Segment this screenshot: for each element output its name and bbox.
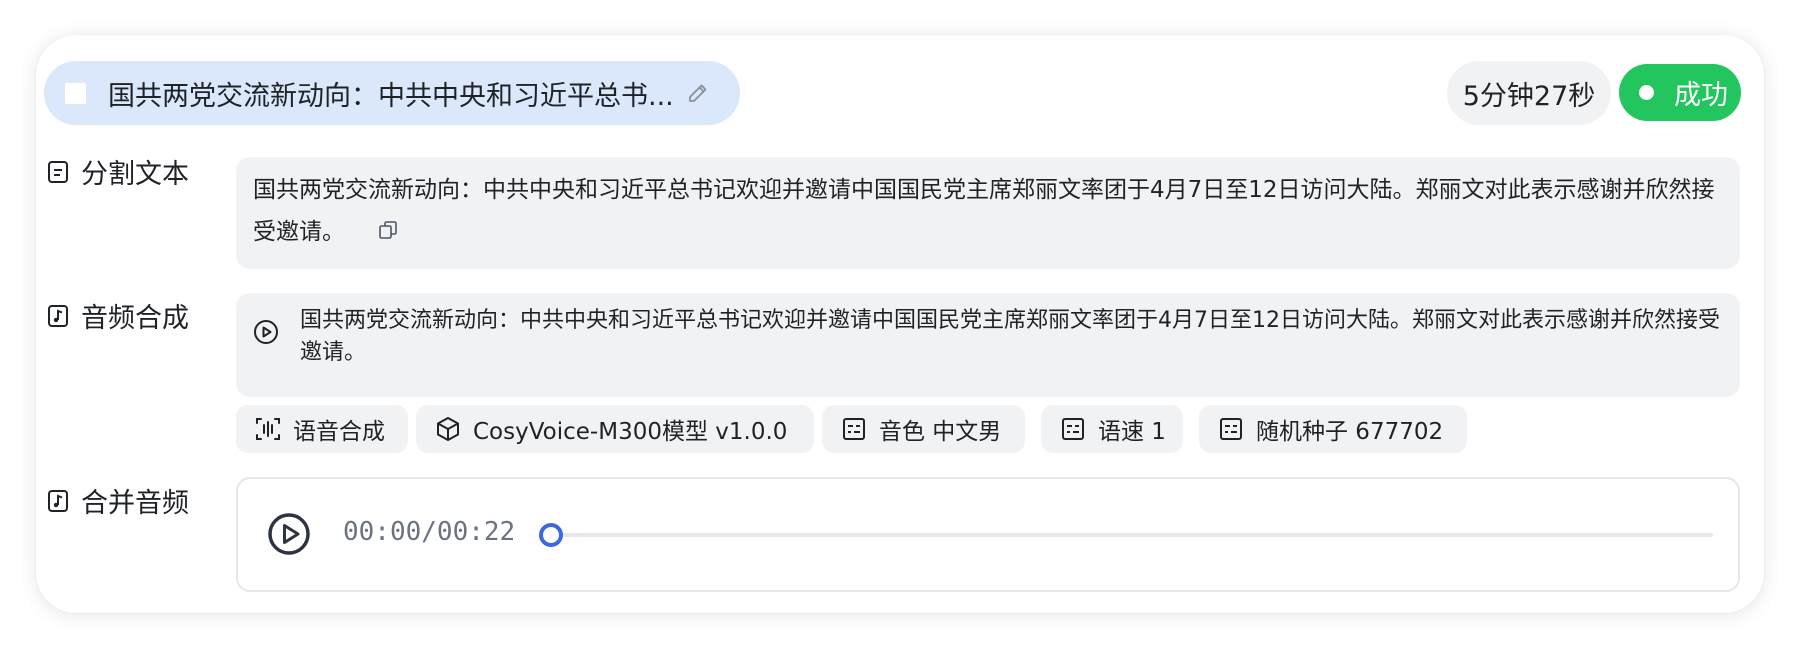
status-badge: 成功 <box>1619 64 1741 121</box>
tag-model: CosyVoice-M300模型 v1.0.0 <box>416 405 814 453</box>
edit-pencil-icon[interactable] <box>686 81 710 105</box>
settings-list-icon <box>843 418 865 440</box>
section-label-merged-audio: 合并音频 <box>47 481 189 520</box>
section-label-split-text: 分割文本 <box>47 152 189 191</box>
tag-voice: 音色 中文男 <box>822 405 1025 453</box>
section-label-audio-synthesis: 音频合成 <box>47 296 189 335</box>
tag-speed: 语速 1 <box>1041 405 1183 453</box>
audio-player: 00:00/00:22 <box>236 477 1740 592</box>
tag-label: 音色 中文男 <box>879 419 1002 445</box>
cube-icon <box>437 417 459 441</box>
section-label-text: 合并音频 <box>81 488 189 519</box>
section-label-text: 音频合成 <box>81 303 189 334</box>
play-circle-icon[interactable] <box>253 319 279 345</box>
split-text-box: 国共两党交流新动向：中共中央和习近平总书记欢迎并邀请中国国民党主席郑丽文率团于4… <box>236 157 1740 269</box>
tag-label: 语速 1 <box>1098 419 1166 445</box>
audio-synthesis-text-box: 国共两党交流新动向：中共中央和习近平总书记欢迎并邀请中国国民党主席郑丽文率团于4… <box>236 293 1740 397</box>
duration-text: 5分钟27秒 <box>1462 80 1596 112</box>
task-title-pill[interactable]: 国共两党交流新动向：中共中央和习近平总书... <box>44 61 740 125</box>
progress-thumb[interactable] <box>539 523 563 547</box>
section-label-text: 分割文本 <box>81 159 189 190</box>
settings-list-icon <box>1062 418 1084 440</box>
settings-list-icon <box>1220 418 1242 440</box>
audio-synthesis-text-content: 国共两党交流新动向：中共中央和习近平总书记欢迎并邀请中国国民党主席郑丽文率团于4… <box>300 308 1720 365</box>
music-file-icon <box>48 489 68 512</box>
tag-tts: 语音合成 <box>236 405 408 453</box>
tag-label: 语音合成 <box>293 419 385 445</box>
tag-label: 随机种子 677702 <box>1256 419 1444 445</box>
duration-badge: 5分钟27秒 <box>1447 61 1611 125</box>
tag-seed: 随机种子 677702 <box>1199 405 1467 453</box>
select-checkbox[interactable] <box>64 81 87 105</box>
status-text: 成功 <box>1674 80 1728 111</box>
play-button-icon[interactable] <box>267 512 311 556</box>
task-title: 国共两党交流新动向：中共中央和习近平总书... <box>108 80 674 112</box>
playback-time: 00:00/00:22 <box>343 517 516 547</box>
tag-label: CosyVoice-M300模型 v1.0.0 <box>473 419 788 445</box>
status-dot-icon <box>1639 85 1654 100</box>
progress-track[interactable] <box>539 523 1713 547</box>
document-icon <box>48 160 68 183</box>
music-file-icon <box>48 304 68 327</box>
split-text-content: 国共两党交流新动向：中共中央和习近平总书记欢迎并邀请中国国民党主席郑丽文率团于4… <box>253 177 1715 245</box>
scan-voice-icon <box>256 418 280 440</box>
copy-icon[interactable] <box>377 219 399 241</box>
